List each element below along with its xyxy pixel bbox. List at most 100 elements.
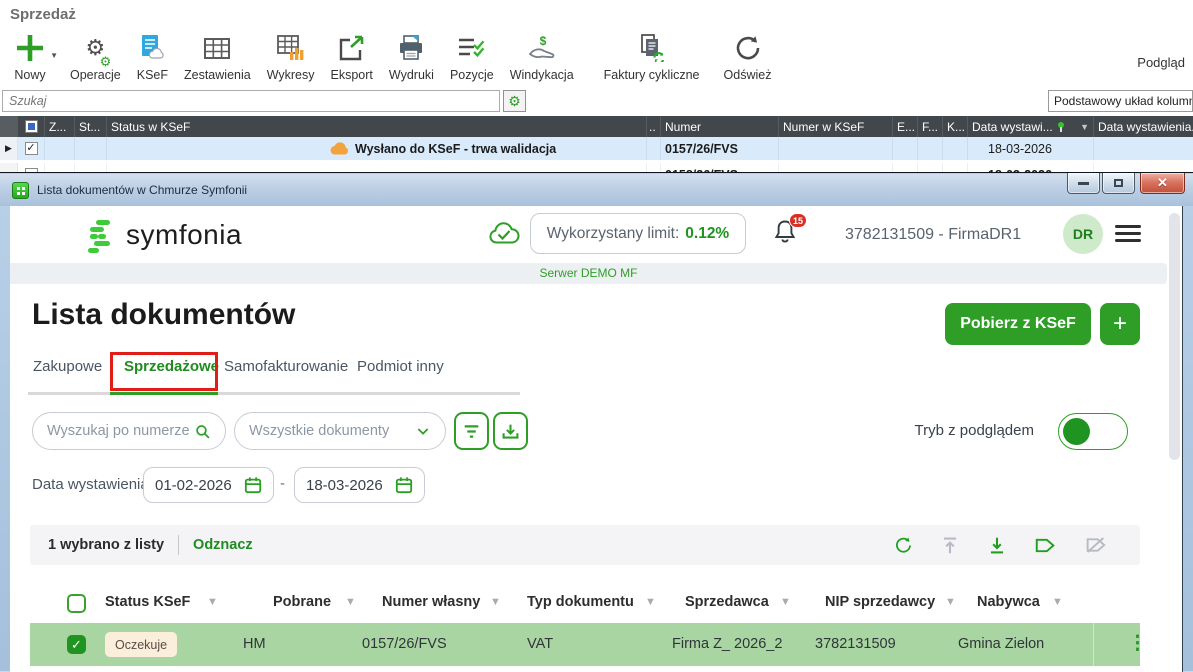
deselect-button[interactable]: Odznacz	[193, 537, 253, 553]
table-icon	[204, 30, 230, 66]
company-id[interactable]: 3782131509 - FirmaDR1	[845, 226, 1021, 244]
col-nip-sprzedawcy[interactable]: NIP sprzedawcy	[825, 594, 935, 610]
sort-caret-icon[interactable]: ▼	[490, 596, 501, 608]
toggle-knob	[1063, 418, 1090, 445]
tab-samofakturowanie[interactable]: Samofakturowanie	[224, 358, 348, 375]
server-banner: Serwer DEMO MF	[10, 263, 1167, 284]
svg-text:$: $	[539, 34, 546, 48]
titlebar[interactable]: Lista dokumentów w Chmurze Symfonii	[0, 174, 1193, 206]
col-data-wystawienia-sort[interactable]: Data wystawi...▼	[968, 116, 1094, 137]
col-f[interactable]: F...	[918, 116, 943, 137]
minimize-button[interactable]	[1067, 173, 1100, 194]
toolbar-reports-button[interactable]: Zestawienia	[176, 28, 259, 82]
cloud-check-icon	[488, 222, 520, 246]
number-search-field[interactable]	[32, 412, 226, 450]
select-all-checkbox[interactable]	[67, 594, 86, 613]
col-st[interactable]: St...	[75, 116, 107, 137]
notification-count-badge: 15	[789, 213, 807, 228]
search-settings-button[interactable]: ⚙	[503, 90, 526, 112]
toolbar: ▼ Nowy ⚙⚙ Operacje KSeF Zestawi	[6, 28, 779, 82]
col-k[interactable]: K...	[943, 116, 968, 137]
restore-button[interactable]	[1102, 173, 1135, 194]
col-numer-ksef[interactable]: Numer w KSeF	[779, 116, 893, 137]
col-sprzedawca[interactable]: Sprzedawca	[685, 594, 769, 610]
scrollbar-thumb[interactable]	[1169, 213, 1180, 460]
col-pobrane[interactable]: Pobrane	[273, 594, 331, 610]
document-cloud-icon	[139, 30, 165, 66]
col-z[interactable]: Z...	[45, 116, 75, 137]
search-input[interactable]	[2, 90, 500, 112]
select-all-checkbox[interactable]	[18, 116, 45, 137]
plus-icon: ▼	[14, 30, 46, 66]
sales-row-partial[interactable]: 0158/26/FVS 18-03-2026	[0, 160, 1193, 172]
document-type-select[interactable]: Wszystkie dokumenty	[234, 412, 446, 450]
toolbar-debt-collection-button[interactable]: $ Windykacja	[502, 28, 582, 82]
nabywca-cell: Gmina Zielon	[958, 636, 1093, 652]
close-button[interactable]: ✕	[1140, 173, 1185, 194]
row-checkbox[interactable]: ✓	[18, 137, 45, 160]
number-search-input[interactable]	[47, 423, 194, 439]
sort-caret-icon[interactable]: ▼	[1052, 596, 1063, 608]
filter-button[interactable]	[454, 412, 489, 450]
col-status-ksef[interactable]: Status KSeF	[105, 594, 190, 610]
notifications-button[interactable]: 15	[773, 218, 801, 248]
list-checks-icon	[458, 30, 485, 66]
col-data-wystawienia2[interactable]: Data wystawienia...	[1094, 116, 1193, 137]
sort-caret-icon[interactable]: ▼	[945, 596, 956, 608]
col-numer-wlasny[interactable]: Numer własny	[382, 594, 480, 610]
tag-off-button[interactable]	[1085, 536, 1106, 554]
gear-icon: ⚙	[508, 93, 521, 110]
sales-row-selected[interactable]: ▶ ✓ Wysłano do KSeF - trwa walidacja 015…	[0, 137, 1193, 160]
toolbar-operations-button[interactable]: ⚙⚙ Operacje	[62, 28, 129, 82]
upload-button[interactable]	[941, 536, 959, 555]
download-list-button[interactable]	[988, 536, 1006, 555]
divider	[178, 535, 179, 555]
cloud-documents-window: Lista dokumentów w Chmurze Symfonii ✕ sy…	[0, 172, 1193, 672]
sort-caret-icon[interactable]: ▼	[207, 596, 218, 608]
toolbar-ksef-button[interactable]: KSeF	[129, 28, 176, 82]
chart-bars-icon	[277, 30, 305, 66]
row-checkbox[interactable]: ✓	[67, 635, 86, 654]
toolbar-prints-button[interactable]: Wydruki	[381, 28, 442, 82]
toolbar-charts-button[interactable]: Wykresy	[259, 28, 323, 82]
document-row[interactable]: ✓ Oczekuje HM 0157/26/FVS VAT Firma Z_ 2…	[30, 623, 1140, 666]
toolbar-items-button[interactable]: Pozycje	[442, 28, 502, 82]
col-dots[interactable]: ..	[647, 116, 661, 137]
sort-caret-icon[interactable]: ▼	[780, 596, 791, 608]
date-cell: 18-03-2026	[968, 137, 1094, 160]
numer-cell: 0157/26/FVS	[661, 137, 779, 160]
sort-caret-icon[interactable]: ▼	[645, 596, 656, 608]
tab-podmiot-inny[interactable]: Podmiot inny	[357, 358, 444, 375]
col-e[interactable]: E...	[893, 116, 918, 137]
toolbar-refresh-button[interactable]: Odśwież	[716, 28, 780, 82]
add-document-button[interactable]: +	[1100, 303, 1140, 345]
calendar-icon	[244, 476, 262, 494]
toolbar-recurring-invoices-button[interactable]: Faktury cykliczne	[596, 28, 708, 82]
active-tab-underline	[110, 392, 218, 395]
tab-zakupowe[interactable]: Zakupowe	[33, 358, 102, 375]
date-to-field[interactable]: 18-03-2026	[294, 467, 425, 503]
avatar[interactable]: DR	[1063, 214, 1103, 254]
row-menu-icon[interactable]: ⋮	[1128, 631, 1147, 658]
download-button[interactable]	[493, 412, 528, 450]
sort-caret-icon[interactable]: ▼	[345, 596, 356, 608]
refresh-list-button[interactable]	[893, 536, 912, 555]
menu-icon[interactable]	[1115, 225, 1141, 243]
date-from-field[interactable]: 01-02-2026	[143, 467, 274, 503]
preview-mode-toggle[interactable]	[1058, 413, 1128, 450]
tag-button[interactable]	[1035, 537, 1056, 554]
col-status-ksef[interactable]: Status w KSeF	[107, 116, 647, 137]
col-numer[interactable]: Numer	[661, 116, 779, 137]
column-layout-select[interactable]: Podstawowy układ kolumn	[1048, 90, 1193, 112]
col-nabywca[interactable]: Nabywca	[977, 594, 1040, 610]
app-icon	[12, 182, 29, 199]
brand-wordmark: symfonia	[126, 219, 242, 251]
toolbar-export-button[interactable]: Eksport	[323, 28, 381, 82]
export-icon	[338, 30, 365, 66]
refresh-icon	[733, 30, 761, 66]
preview-label[interactable]: Podgląd	[1137, 55, 1185, 70]
fetch-ksef-button[interactable]: Pobierz z KSeF	[945, 303, 1091, 345]
col-typ-dokumentu[interactable]: Typ dokumentu	[527, 594, 634, 610]
screen: Sprzedaż ▼ Nowy ⚙⚙ Operacje KSeF	[0, 0, 1193, 672]
toolbar-new-button[interactable]: ▼ Nowy	[6, 28, 62, 82]
